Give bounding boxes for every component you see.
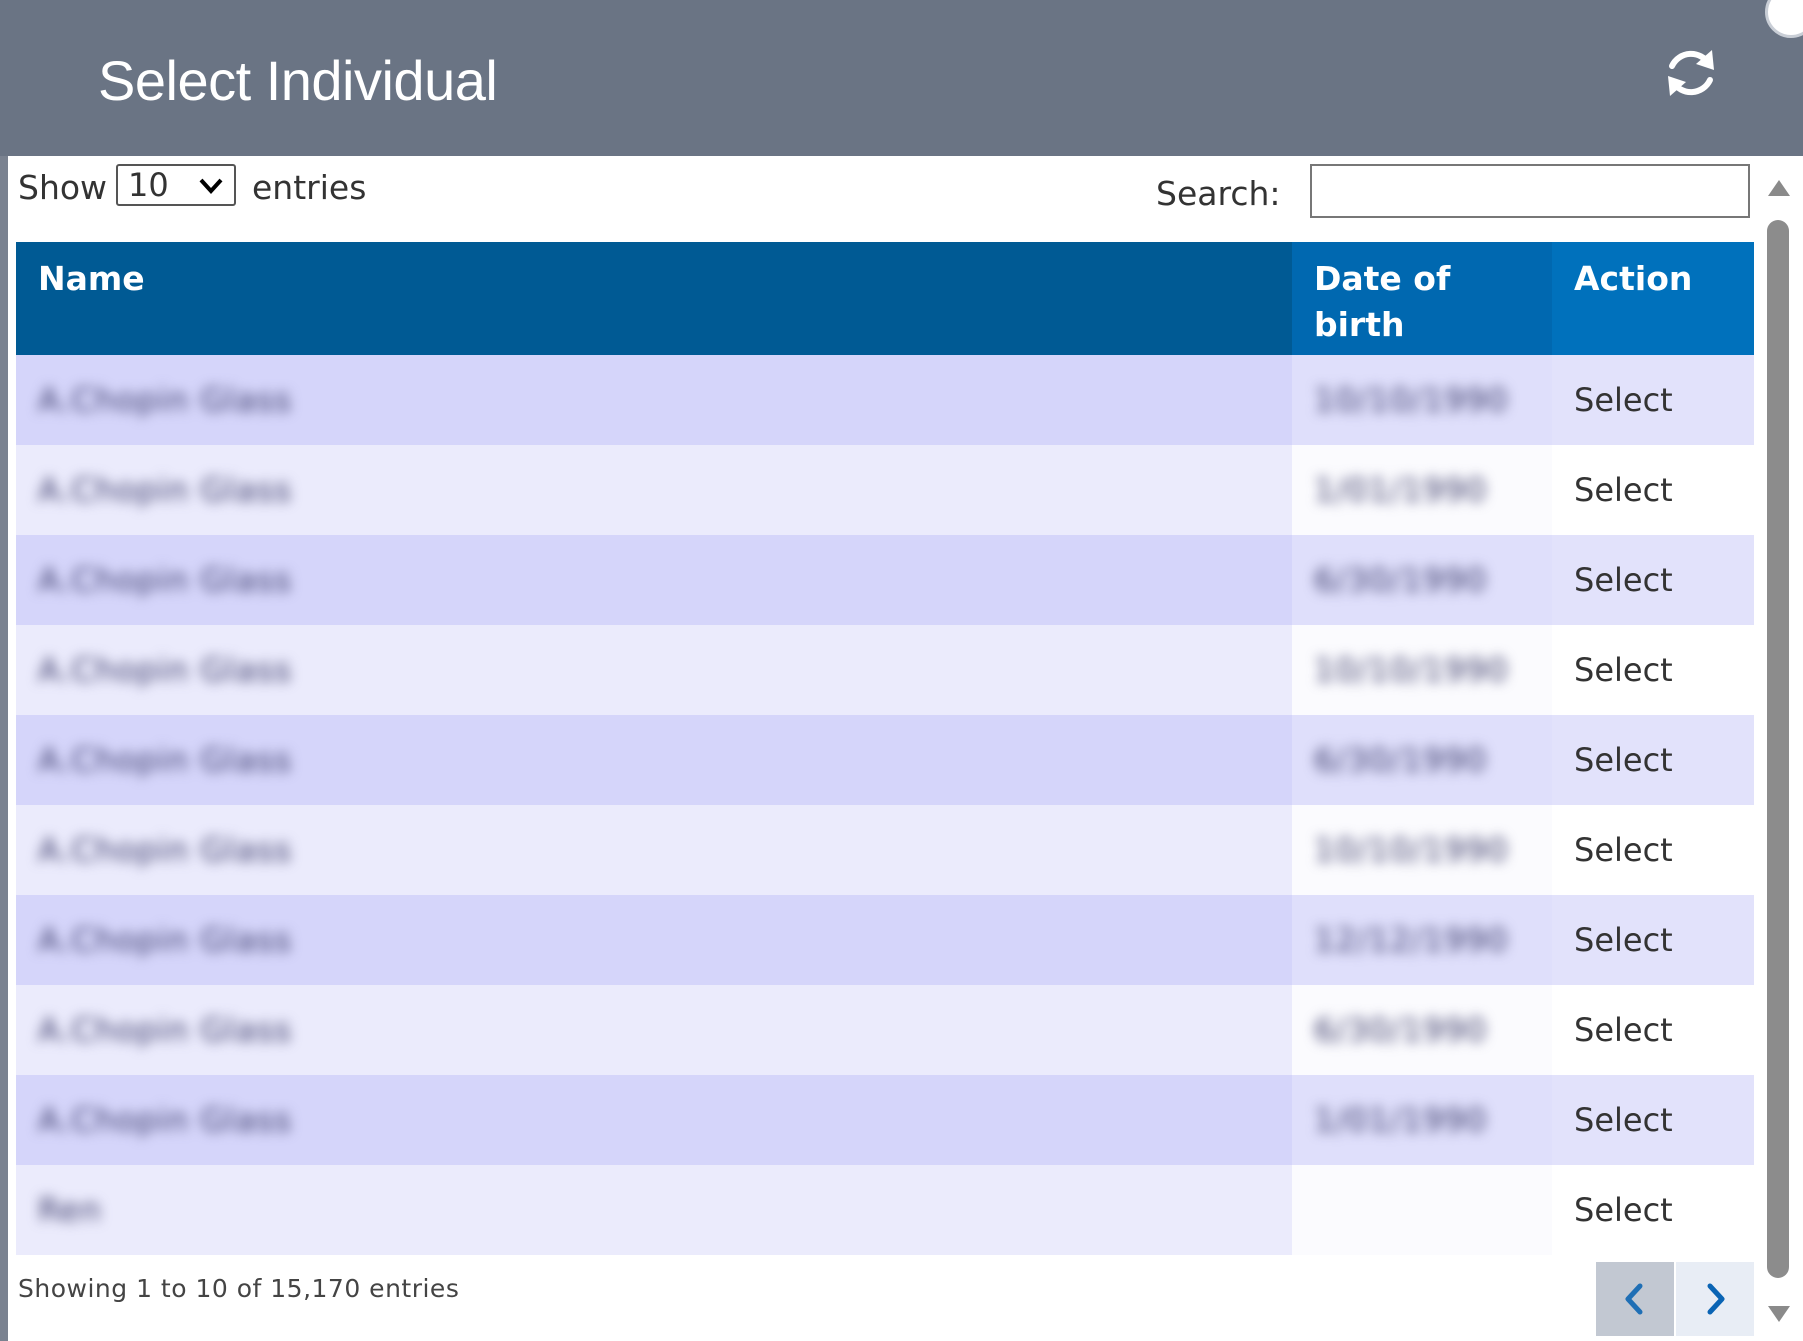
refresh-icon[interactable] — [1660, 42, 1722, 104]
select-button[interactable]: Select — [1574, 741, 1673, 779]
close-icon[interactable] — [1765, 0, 1803, 38]
individuals-table: Name Date of birth Action A.Chopin Glass… — [16, 242, 1754, 1255]
table-row: A.Chopin Glass 10/10/1990 Select — [16, 355, 1754, 445]
individual-name: A.Chopin Glass — [38, 471, 292, 509]
select-button[interactable]: Select — [1574, 381, 1673, 419]
table-row: A.Chopin Glass 6/30/1990 Select — [16, 985, 1754, 1075]
dialog-title: Select Individual — [98, 49, 498, 112]
individual-name: A.Chopin Glass — [38, 651, 292, 689]
table-row: Ren Select — [16, 1165, 1754, 1255]
select-button[interactable]: Select — [1574, 471, 1673, 509]
scroll-up-arrow-icon[interactable] — [1768, 180, 1790, 196]
previous-page-button[interactable] — [1596, 1262, 1674, 1336]
individual-name: A.Chopin Glass — [38, 381, 292, 419]
table-row: A.Chopin Glass 1/01/1990 Select — [16, 445, 1754, 535]
dialog-left-border — [0, 156, 8, 1341]
chevron-left-icon — [1625, 1283, 1643, 1315]
table-row: A.Chopin Glass 12/12/1990 Select — [16, 895, 1754, 985]
entries-label: entries — [252, 168, 367, 207]
individual-dob: 12/12/1990 — [1314, 921, 1509, 959]
individual-dob: 6/30/1990 — [1314, 561, 1488, 599]
table-controls: Show 10 entries Search: — [18, 160, 1758, 230]
table-header: Name Date of birth Action — [16, 242, 1754, 355]
individual-dob: 6/30/1990 — [1314, 741, 1488, 779]
individual-name: A.Chopin Glass — [38, 831, 292, 869]
select-button[interactable]: Select — [1574, 831, 1673, 869]
column-header-action[interactable]: Action — [1552, 242, 1754, 355]
column-header-name[interactable]: Name — [16, 242, 1292, 355]
chevron-right-icon — [1707, 1283, 1725, 1315]
select-button[interactable]: Select — [1574, 1101, 1673, 1139]
individual-dob: 6/30/1990 — [1314, 1011, 1488, 1049]
individual-name: A.Chopin Glass — [38, 921, 292, 959]
scroll-down-arrow-icon[interactable] — [1768, 1306, 1790, 1322]
entries-length-select[interactable]: 10 — [116, 164, 236, 206]
table-row: A.Chopin Glass 10/10/1990 Select — [16, 625, 1754, 715]
individual-dob: 1/01/1990 — [1314, 1101, 1488, 1139]
column-header-date-of-birth[interactable]: Date of birth — [1292, 242, 1552, 355]
show-label: Show — [18, 168, 108, 207]
table-row: A.Chopin Glass 6/30/1990 Select — [16, 535, 1754, 625]
search-label: Search: — [1156, 174, 1281, 213]
individual-dob: 1/01/1990 — [1314, 471, 1488, 509]
individual-dob: 10/10/1990 — [1314, 651, 1509, 689]
individual-name: A.Chopin Glass — [38, 561, 292, 599]
table-row: A.Chopin Glass 1/01/1990 Select — [16, 1075, 1754, 1165]
select-button[interactable]: Select — [1574, 651, 1673, 689]
individual-name: A.Chopin Glass — [38, 1101, 292, 1139]
entries-length-value: 10 — [128, 166, 169, 204]
table-info: Showing 1 to 10 of 15,170 entries — [18, 1274, 460, 1303]
table-row: A.Chopin Glass 10/10/1990 Select — [16, 805, 1754, 895]
select-individual-dialog: Select Individual Show 10 entries Search… — [0, 0, 1803, 1341]
chevron-down-icon — [199, 178, 223, 194]
individual-name: Ren — [38, 1191, 102, 1229]
table-row: A.Chopin Glass 6/30/1990 Select — [16, 715, 1754, 805]
select-button[interactable]: Select — [1574, 1191, 1673, 1229]
individual-name: A.Chopin Glass — [38, 741, 292, 779]
select-button[interactable]: Select — [1574, 561, 1673, 599]
table-body: A.Chopin Glass 10/10/1990 Select A.Chopi… — [16, 355, 1754, 1255]
vertical-scrollbar[interactable] — [1762, 172, 1796, 1332]
select-button[interactable]: Select — [1574, 921, 1673, 959]
select-button[interactable]: Select — [1574, 1011, 1673, 1049]
individual-name: A.Chopin Glass — [38, 1011, 292, 1049]
next-page-button[interactable] — [1676, 1262, 1754, 1336]
individual-dob: 10/10/1990 — [1314, 381, 1509, 419]
dialog-header: Select Individual — [0, 0, 1803, 156]
search-input[interactable] — [1310, 164, 1750, 218]
individual-dob: 10/10/1990 — [1314, 831, 1509, 869]
scrollbar-thumb[interactable] — [1767, 220, 1789, 1278]
